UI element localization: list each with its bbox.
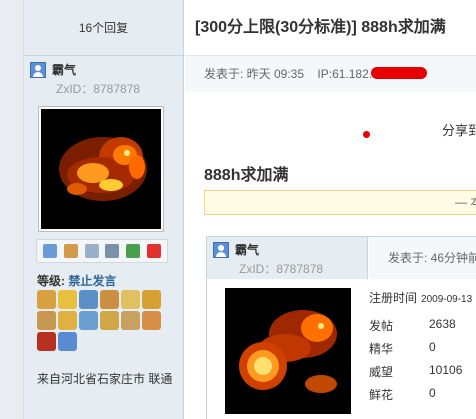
nested-author-header: 霸气 ZxID：8787878 <box>207 237 368 279</box>
stat-label: 鲜花 <box>369 388 394 402</box>
stat-row: 鲜花 0 <box>369 386 436 403</box>
post-meta: 发表于: 昨天 09:35 IP:61.182. <box>185 56 476 92</box>
stat-value: 2638 <box>429 317 456 331</box>
nested-posted-at: 发表于: 46分钟前 <box>369 237 476 279</box>
registered-label: 注册时间 <box>369 291 418 305</box>
author-zxid: ZxID：8787878 <box>56 82 141 96</box>
ip-address: IP:61.182. <box>317 67 373 81</box>
user-level: 等级: 禁止发言 <box>37 272 116 289</box>
reply-count: 16个回复 <box>24 0 183 56</box>
stat-row: 威望 10106 <box>369 363 462 380</box>
registered-date: 2009-09-13 <box>421 294 473 305</box>
author-header: 霸气 ZxID：8787878 <box>24 56 183 96</box>
author-column: 16个回复 霸气 ZxID：8787878 等级: 禁止发言 来自河北省石家庄市… <box>24 0 184 419</box>
medal-icon <box>142 290 161 309</box>
medal-icon <box>37 290 56 309</box>
medal-icon <box>58 311 77 330</box>
registration: 注册时间 2009-09-13 <box>369 289 472 306</box>
medal-list <box>37 290 171 351</box>
notice-bar: — 本 <box>204 190 476 215</box>
nested-author-stats: 注册时间 2009-09-13 发帖 2638 精华 0 威望 10106 鲜花 … <box>369 279 476 419</box>
medal-icon <box>121 311 140 330</box>
stat-value: 10106 <box>429 363 463 377</box>
nested-post: 霸气 ZxID：8787878 发表于: 46分钟前 注册时间 2009-09-1… <box>206 236 476 419</box>
mail-icon[interactable] <box>43 244 58 258</box>
medal-icon <box>100 311 119 330</box>
avatar[interactable] <box>38 106 164 232</box>
medal-icon <box>58 332 77 351</box>
stat-value: 0 <box>429 386 436 400</box>
add-friend-icon[interactable] <box>63 244 78 258</box>
medal-icon <box>79 290 98 309</box>
qq-icon[interactable] <box>146 244 161 258</box>
level-label: 等级: <box>37 274 65 288</box>
author-action-bar <box>36 239 168 263</box>
stat-row: 精华 0 <box>369 340 436 357</box>
profile-card-icon[interactable] <box>105 244 120 258</box>
outer-sidebar <box>0 0 24 419</box>
redaction-mark <box>371 67 427 79</box>
stat-label: 精华 <box>369 342 394 356</box>
stat-label: 威望 <box>369 365 394 379</box>
search-icon[interactable] <box>84 244 99 258</box>
post-main: [300分上限(30分标准)] 888h求加满 发表于: 昨天 09:35 IP… <box>185 0 476 419</box>
medal-icon <box>121 290 140 309</box>
thread-title: [300分上限(30分标准)] 888h求加满 <box>185 0 476 56</box>
medal-icon <box>58 290 77 309</box>
posted-at: 发表于: 昨天 09:35 <box>204 67 305 81</box>
user-icon <box>30 61 46 78</box>
post-title: 888h求加满 <box>204 167 289 184</box>
medal-icon <box>37 332 56 351</box>
nested-author-name[interactable]: 霸气 <box>235 241 259 258</box>
author-name[interactable]: 霸气 <box>52 61 76 78</box>
lion-fireball-image <box>225 288 351 414</box>
share-link[interactable]: 分享到 <box>442 120 476 139</box>
medal-icon <box>79 311 98 330</box>
medal-icon <box>142 311 161 330</box>
lion-fire-image <box>41 109 161 229</box>
medal-icon <box>37 311 56 330</box>
stat-label: 发帖 <box>369 319 394 333</box>
level-value[interactable]: 禁止发言 <box>68 274 116 288</box>
user-location: 来自河北省石家庄市 联通 <box>37 372 173 386</box>
medal-icon <box>100 290 119 309</box>
nested-avatar[interactable] <box>225 288 351 414</box>
blocks-icon[interactable] <box>125 244 140 258</box>
nested-author-zxid: ZxID：8787878 <box>239 262 324 276</box>
avatar-image <box>41 109 161 229</box>
stat-value: 0 <box>429 340 436 354</box>
red-dot <box>363 131 370 138</box>
user-icon <box>213 241 229 258</box>
stat-row: 发帖 2638 <box>369 317 456 334</box>
